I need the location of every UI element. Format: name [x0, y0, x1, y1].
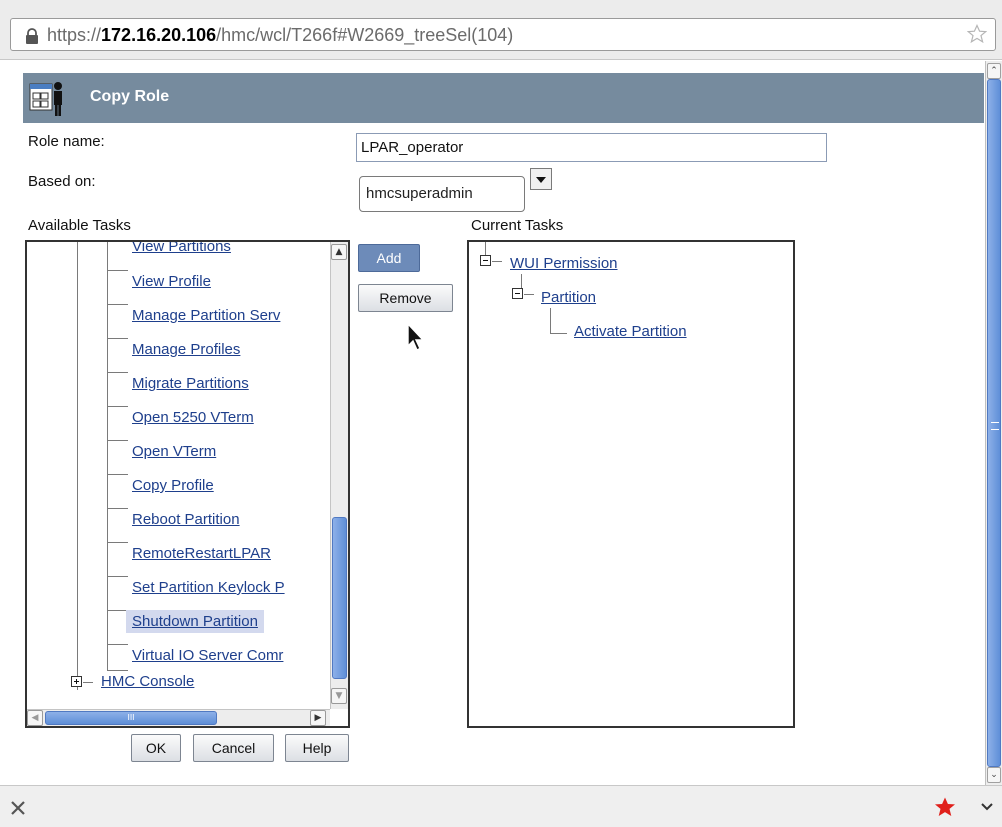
tree-partition[interactable]: Partition [541, 289, 596, 306]
collapse-minus-icon[interactable] [512, 288, 523, 299]
ok-button[interactable]: OK [131, 734, 181, 762]
grip-icon [991, 422, 999, 430]
based-on-select[interactable]: hmcsuperadmin [359, 176, 525, 212]
available-tasks-label: Available Tasks [28, 217, 131, 234]
page-scroll-down-icon[interactable]: ⌄ [987, 767, 1001, 783]
cancel-button[interactable]: Cancel [193, 734, 274, 762]
current-tasks-label: Current Tasks [471, 217, 564, 234]
available-tasks-list: View Partitions View Profile Manage Part… [27, 242, 330, 709]
role-name-label: Role name: [28, 133, 105, 150]
scroll-thumb-horizontal[interactable]: III [45, 711, 217, 725]
page-scroll-thumb[interactable] [987, 79, 1001, 767]
page-scroll-up-icon[interactable]: ⌃ [987, 63, 1001, 79]
task-virtual-io-server[interactable]: Virtual IO Server Comr [132, 647, 283, 664]
task-shutdown-partition-selected[interactable]: Shutdown Partition [126, 610, 264, 633]
expand-plus-icon[interactable] [71, 676, 82, 687]
chevron-down-icon[interactable] [980, 800, 994, 814]
page-vertical-scrollbar[interactable]: ⌃ ⌄ [985, 61, 1002, 785]
tree-connector [107, 406, 128, 407]
tree-connector [107, 610, 128, 611]
scroll-right-icon[interactable]: ▶ [310, 710, 326, 726]
tree-guide-line [107, 242, 108, 671]
tree-connector [107, 508, 128, 509]
browser-status-bar [0, 785, 1002, 827]
task-migrate-partitions[interactable]: Migrate Partitions [132, 375, 249, 392]
scroll-up-icon[interactable]: ▲ [331, 244, 347, 260]
task-remote-restart-lpar[interactable]: RemoteRestartLPAR [132, 545, 271, 562]
based-on-label: Based on: [28, 173, 96, 190]
tree-connector [107, 270, 128, 271]
tree-guide-line [550, 308, 551, 333]
mouse-pointer-icon [407, 323, 425, 351]
group-hmc-console[interactable]: HMC Console [101, 673, 194, 690]
dialog-title: Copy Role [90, 88, 170, 105]
tree-connector [107, 440, 128, 441]
tree-connector [107, 304, 128, 305]
tree-connector [107, 338, 128, 339]
role-icon [29, 82, 62, 116]
current-tasks-tree[interactable]: WUI Permission Partition Activate Partit… [467, 240, 795, 728]
tree-connector [83, 682, 93, 683]
browser-toolbar: https://172.16.20.106/hmc/wcl/T266f#W266… [0, 0, 1002, 60]
tree-wui-permission[interactable]: WUI Permission [510, 255, 618, 272]
task-copy-profile[interactable]: Copy Profile [132, 477, 214, 494]
tree-connector [107, 644, 128, 645]
available-tasks-vertical-scrollbar[interactable]: ▲ ▼ [330, 242, 348, 709]
task-open-5250-vterm[interactable]: Open 5250 VTerm [132, 409, 254, 426]
close-icon[interactable] [10, 800, 26, 816]
tree-connector [550, 333, 567, 334]
dialog-header: Copy Role [23, 73, 984, 123]
task-open-vterm[interactable]: Open VTerm [132, 443, 216, 460]
collapse-minus-icon[interactable] [480, 255, 491, 266]
scroll-thumb[interactable] [332, 517, 347, 679]
url-text[interactable]: https://172.16.20.106/hmc/wcl/T266f#W266… [47, 25, 513, 46]
role-name-input[interactable] [356, 133, 827, 162]
task-set-partition-keylock[interactable]: Set Partition Keylock P [132, 579, 285, 596]
scroll-down-icon[interactable]: ▼ [331, 688, 347, 704]
remove-button[interactable]: Remove [358, 284, 453, 312]
task-view-partitions[interactable]: View Partitions [132, 242, 231, 255]
address-bar[interactable]: https://172.16.20.106/hmc/wcl/T266f#W266… [10, 18, 996, 51]
url-path: /hmc/wcl/T266f#W2669_treeSel(104) [216, 25, 514, 45]
tree-connector [107, 542, 128, 543]
url-host: 172.16.20.106 [101, 25, 217, 45]
add-button[interactable]: Add [358, 244, 420, 272]
scroll-left-icon[interactable]: ◀ [27, 710, 43, 726]
based-on-dropdown-arrow[interactable] [530, 168, 552, 190]
bookmark-star-icon[interactable] [967, 24, 987, 44]
url-scheme: https:// [47, 25, 102, 45]
help-button[interactable]: Help [285, 734, 349, 762]
task-manage-partition-services[interactable]: Manage Partition Serv [132, 307, 280, 324]
available-tasks-tree[interactable]: View Partitions View Profile Manage Part… [25, 240, 350, 728]
task-view-profile[interactable]: View Profile [132, 273, 211, 290]
tree-connector [107, 474, 128, 475]
tree-connector [524, 294, 534, 295]
red-star-icon[interactable] [934, 796, 956, 818]
tree-activate-partition[interactable]: Activate Partition [574, 323, 687, 340]
tree-connector [107, 372, 128, 373]
task-manage-profiles[interactable]: Manage Profiles [132, 341, 240, 358]
available-tasks-horizontal-scrollbar[interactable]: ◀ III ▶ [27, 709, 330, 726]
tree-connector [492, 261, 502, 262]
tree-connector [107, 670, 128, 671]
lock-icon [26, 28, 38, 44]
page-viewport: Copy Role Role name: Based on: hmcsupera… [0, 61, 1002, 785]
tree-guide-line [77, 242, 78, 690]
task-reboot-partition[interactable]: Reboot Partition [132, 511, 240, 528]
tree-connector [107, 576, 128, 577]
